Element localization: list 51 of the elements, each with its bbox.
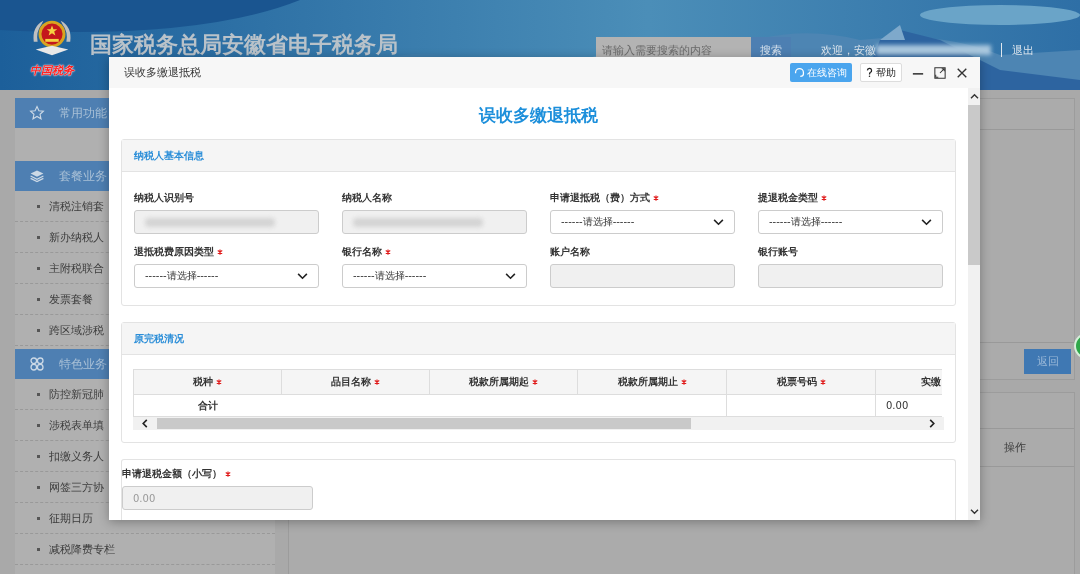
column-header: 操作: [1004, 440, 1026, 455]
field-label: 申请退税金额（小写）: [122, 466, 222, 481]
logout-link[interactable]: 退出: [1012, 42, 1034, 58]
close-icon[interactable]: [956, 66, 968, 79]
chevron-down-icon: [713, 218, 724, 226]
field-label: 银行账号: [758, 244, 798, 259]
scroll-up-icon[interactable]: [969, 93, 979, 100]
scroll-down-icon[interactable]: [969, 508, 979, 515]
logo-caption: 中国税务: [30, 62, 74, 78]
column-header: 品目名称: [331, 375, 371, 389]
select-field[interactable]: ------请选择------: [550, 210, 735, 234]
star-icon: [29, 105, 45, 121]
sidebar-section-title: 特色业务: [59, 355, 107, 373]
sidebar-section-title: 常用功能: [59, 104, 107, 122]
card-title: 原完税清况: [134, 331, 184, 346]
scroll-left-icon[interactable]: [141, 419, 149, 428]
horizontal-scrollbar[interactable]: [133, 417, 944, 430]
field-label: 纳税人识别号: [134, 190, 194, 205]
scroll-right-icon[interactable]: [928, 419, 936, 428]
chevron-down-icon: [297, 272, 308, 280]
field-label: 退抵税费原因类型: [134, 244, 214, 259]
site-title: 国家税务总局安徽省电子税务局: [90, 31, 398, 59]
scrollbar-thumb[interactable]: [157, 418, 692, 429]
sidebar-section-title: 套餐业务: [59, 167, 107, 185]
column-header: 税款所属期起: [469, 375, 529, 389]
field-label: 申请退抵税（费）方式: [550, 190, 650, 205]
column-header: 税票号码: [776, 375, 817, 389]
select-field[interactable]: ------请选择------: [134, 264, 319, 288]
column-header: 实缴: [921, 375, 941, 389]
field-label: 纳税人名称: [342, 190, 392, 205]
form-heading: 误收多缴退抵税: [477, 104, 599, 127]
scrollbar-thumb[interactable]: [968, 105, 980, 265]
column-header: 税款所属期止: [617, 375, 678, 389]
layers-icon: [29, 168, 45, 184]
column-header: 税种: [193, 375, 213, 389]
vertical-scrollbar[interactable]: [968, 88, 980, 520]
maximize-icon[interactable]: [934, 66, 946, 79]
dialog-title: 误收多缴退抵税: [124, 65, 201, 80]
welcome-text: 欢迎，安徽: [821, 42, 876, 58]
field-label: 提退税金类型: [758, 190, 818, 205]
sidebar-item[interactable]: 减税降费专栏: [15, 534, 275, 565]
chevron-down-icon: [505, 272, 516, 280]
help-button[interactable]: 帮助: [860, 63, 902, 82]
field-label: 账户名称: [550, 244, 590, 259]
card-title: 纳税人基本信息: [134, 148, 204, 163]
clover-icon: [29, 356, 45, 372]
select-field[interactable]: ------请选择------: [758, 210, 943, 234]
select-field[interactable]: ------请选择------: [342, 264, 527, 288]
help-icon: [866, 67, 873, 78]
field-label: 银行名称: [342, 244, 382, 259]
chevron-down-icon: [921, 218, 932, 226]
